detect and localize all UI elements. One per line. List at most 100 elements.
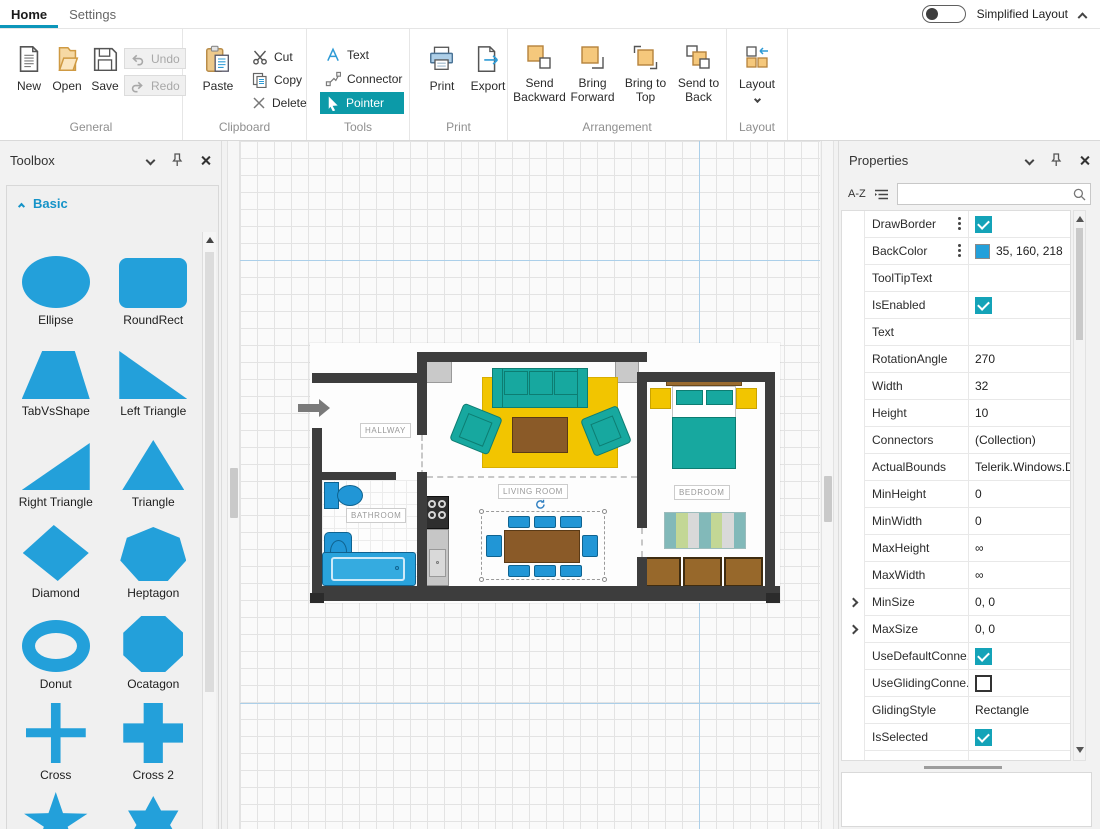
property-row[interactable]: Height 10	[842, 400, 1070, 427]
sofa[interactable]	[492, 368, 588, 408]
property-row-partial[interactable]	[842, 751, 1070, 760]
property-row[interactable]: MaxHeight ∞	[842, 535, 1070, 562]
toolbox-menu-icon[interactable]	[145, 155, 156, 165]
toilet-bowl[interactable]	[337, 485, 363, 506]
toolbox-item-star6[interactable]	[105, 785, 203, 829]
scroll-thumb[interactable]	[824, 476, 832, 522]
nightstand[interactable]	[650, 388, 671, 409]
property-row[interactable]: UseGlidingConne...	[842, 670, 1070, 697]
canvas-right-scrollbar[interactable]	[821, 141, 834, 829]
cut-button[interactable]: Cut	[247, 46, 312, 67]
wardrobe-unit[interactable]	[724, 557, 763, 587]
wall[interactable]	[765, 375, 775, 601]
nightstand[interactable]	[736, 388, 757, 409]
tab-home[interactable]: Home	[0, 0, 59, 28]
bedroom-rug[interactable]	[664, 512, 746, 549]
copy-button[interactable]: Copy	[247, 69, 312, 90]
property-row[interactable]: UseDefaultConne...	[842, 643, 1070, 670]
sort-alphabetical-button[interactable]: A-Z	[848, 188, 866, 200]
toolbox-item-cross2[interactable]: Cross 2	[105, 694, 203, 785]
property-row[interactable]: IsEnabled	[842, 292, 1070, 319]
row-menu-icon[interactable]	[958, 217, 961, 232]
toolbox-section-basic[interactable]: Basic	[17, 196, 68, 211]
toolbox-scroll-thumb[interactable]	[205, 252, 214, 692]
wall[interactable]	[312, 428, 322, 601]
dining-chair[interactable]	[560, 565, 582, 577]
scroll-thumb[interactable]	[230, 468, 238, 518]
diagram-canvas[interactable]: HALLWAY BATHROOM LIVING ROOM BEDROOM	[240, 141, 820, 829]
color-swatch[interactable]	[975, 243, 990, 259]
dining-chair[interactable]	[534, 565, 556, 577]
toolbox-item-diamond[interactable]: Diamond	[7, 512, 105, 603]
toolbox-item-donut[interactable]: Donut	[7, 603, 105, 694]
wall[interactable]	[637, 372, 647, 528]
bring-forward-button[interactable]: Bring Forward	[567, 41, 618, 105]
property-row[interactable]: Connectors (Collection)	[842, 427, 1070, 454]
panel-splitter[interactable]	[841, 763, 1085, 771]
checkbox-checked[interactable]	[975, 296, 992, 314]
toolbox-item-roundrect[interactable]: RoundRect	[105, 239, 203, 330]
toolbox-item-star5[interactable]	[7, 785, 105, 829]
dining-chair[interactable]	[508, 516, 530, 528]
open-button[interactable]: Open	[48, 43, 86, 93]
toolbox-item-right-triangle[interactable]: Right Triangle	[7, 421, 105, 512]
wall[interactable]	[637, 557, 647, 586]
dining-chair[interactable]	[486, 535, 502, 557]
property-row[interactable]: MinHeight 0	[842, 481, 1070, 508]
property-row[interactable]: MaxWidth ∞	[842, 562, 1070, 589]
selection-handle[interactable]	[602, 577, 607, 582]
room-label-hallway[interactable]: HALLWAY	[360, 423, 411, 438]
toolbox-item-tabvsshape[interactable]: TabVsShape	[7, 330, 105, 421]
property-row[interactable]: GlidingStyle Rectangle	[842, 697, 1070, 724]
send-backward-button[interactable]: Send Backward	[513, 41, 566, 105]
toolbox-close-icon[interactable]	[200, 155, 211, 166]
bed-blanket[interactable]	[672, 417, 736, 469]
checkbox-unchecked[interactable]	[975, 674, 992, 692]
property-search-box[interactable]	[896, 183, 1091, 205]
property-row[interactable]: DrawBorder	[842, 211, 1070, 238]
dining-chair[interactable]	[534, 516, 556, 528]
expand-icon[interactable]	[848, 624, 858, 635]
canvas-left-scrollbar[interactable]	[227, 141, 240, 829]
dining-table[interactable]	[504, 530, 580, 563]
property-row[interactable]: Width 32	[842, 373, 1070, 400]
selection-handle[interactable]	[479, 509, 484, 514]
selection-handle[interactable]	[602, 509, 607, 514]
checkbox-checked[interactable]	[975, 647, 992, 665]
wall[interactable]	[322, 472, 396, 480]
wall[interactable]	[637, 372, 775, 382]
property-row[interactable]: RotationAngle 270	[842, 346, 1070, 373]
bring-to-top-button[interactable]: Bring to Top	[620, 41, 671, 105]
property-row[interactable]: BackColor 35, 160, 218	[842, 238, 1070, 265]
pointer-tool-button[interactable]: Pointer	[320, 92, 404, 114]
wardrobe-unit[interactable]	[642, 557, 681, 587]
dining-chair[interactable]	[508, 565, 530, 577]
door-block[interactable]	[424, 361, 452, 383]
coffee-table[interactable]	[512, 417, 568, 453]
toolbox-item-cross[interactable]: Cross	[7, 694, 105, 785]
checkbox-checked[interactable]	[975, 728, 992, 746]
wall[interactable]	[312, 373, 420, 383]
toolbox-item-ellipse[interactable]: Ellipse	[7, 239, 105, 330]
room-label-bathroom[interactable]: BATHROOM	[346, 508, 407, 523]
undo-button[interactable]: Undo	[124, 48, 186, 69]
wall[interactable]	[417, 472, 427, 586]
property-row[interactable]: MaxSize 0, 0	[842, 616, 1070, 643]
checkbox-checked[interactable]	[975, 215, 992, 233]
delete-button[interactable]: Delete	[247, 92, 312, 113]
toolbox-item-left-triangle[interactable]: Left Triangle	[105, 330, 203, 421]
dining-chair[interactable]	[582, 535, 598, 557]
properties-scroll-thumb[interactable]	[1076, 228, 1083, 340]
toolbox-item-octagon[interactable]: Ocatagon	[105, 603, 203, 694]
expand-icon[interactable]	[848, 597, 858, 608]
simplified-layout-toggle[interactable]	[921, 5, 966, 23]
dining-chair[interactable]	[560, 516, 582, 528]
property-row[interactable]: Text	[842, 319, 1070, 346]
bed[interactable]	[672, 386, 736, 419]
kitchen-counter[interactable]	[424, 529, 449, 586]
property-row[interactable]: ActualBounds Telerik.Windows.Di	[842, 454, 1070, 481]
property-row[interactable]: MinSize 0, 0	[842, 589, 1070, 616]
save-button[interactable]: Save	[86, 43, 124, 93]
text-tool-button[interactable]: Text	[320, 44, 404, 66]
room-label-living-room[interactable]: LIVING ROOM	[498, 484, 568, 499]
